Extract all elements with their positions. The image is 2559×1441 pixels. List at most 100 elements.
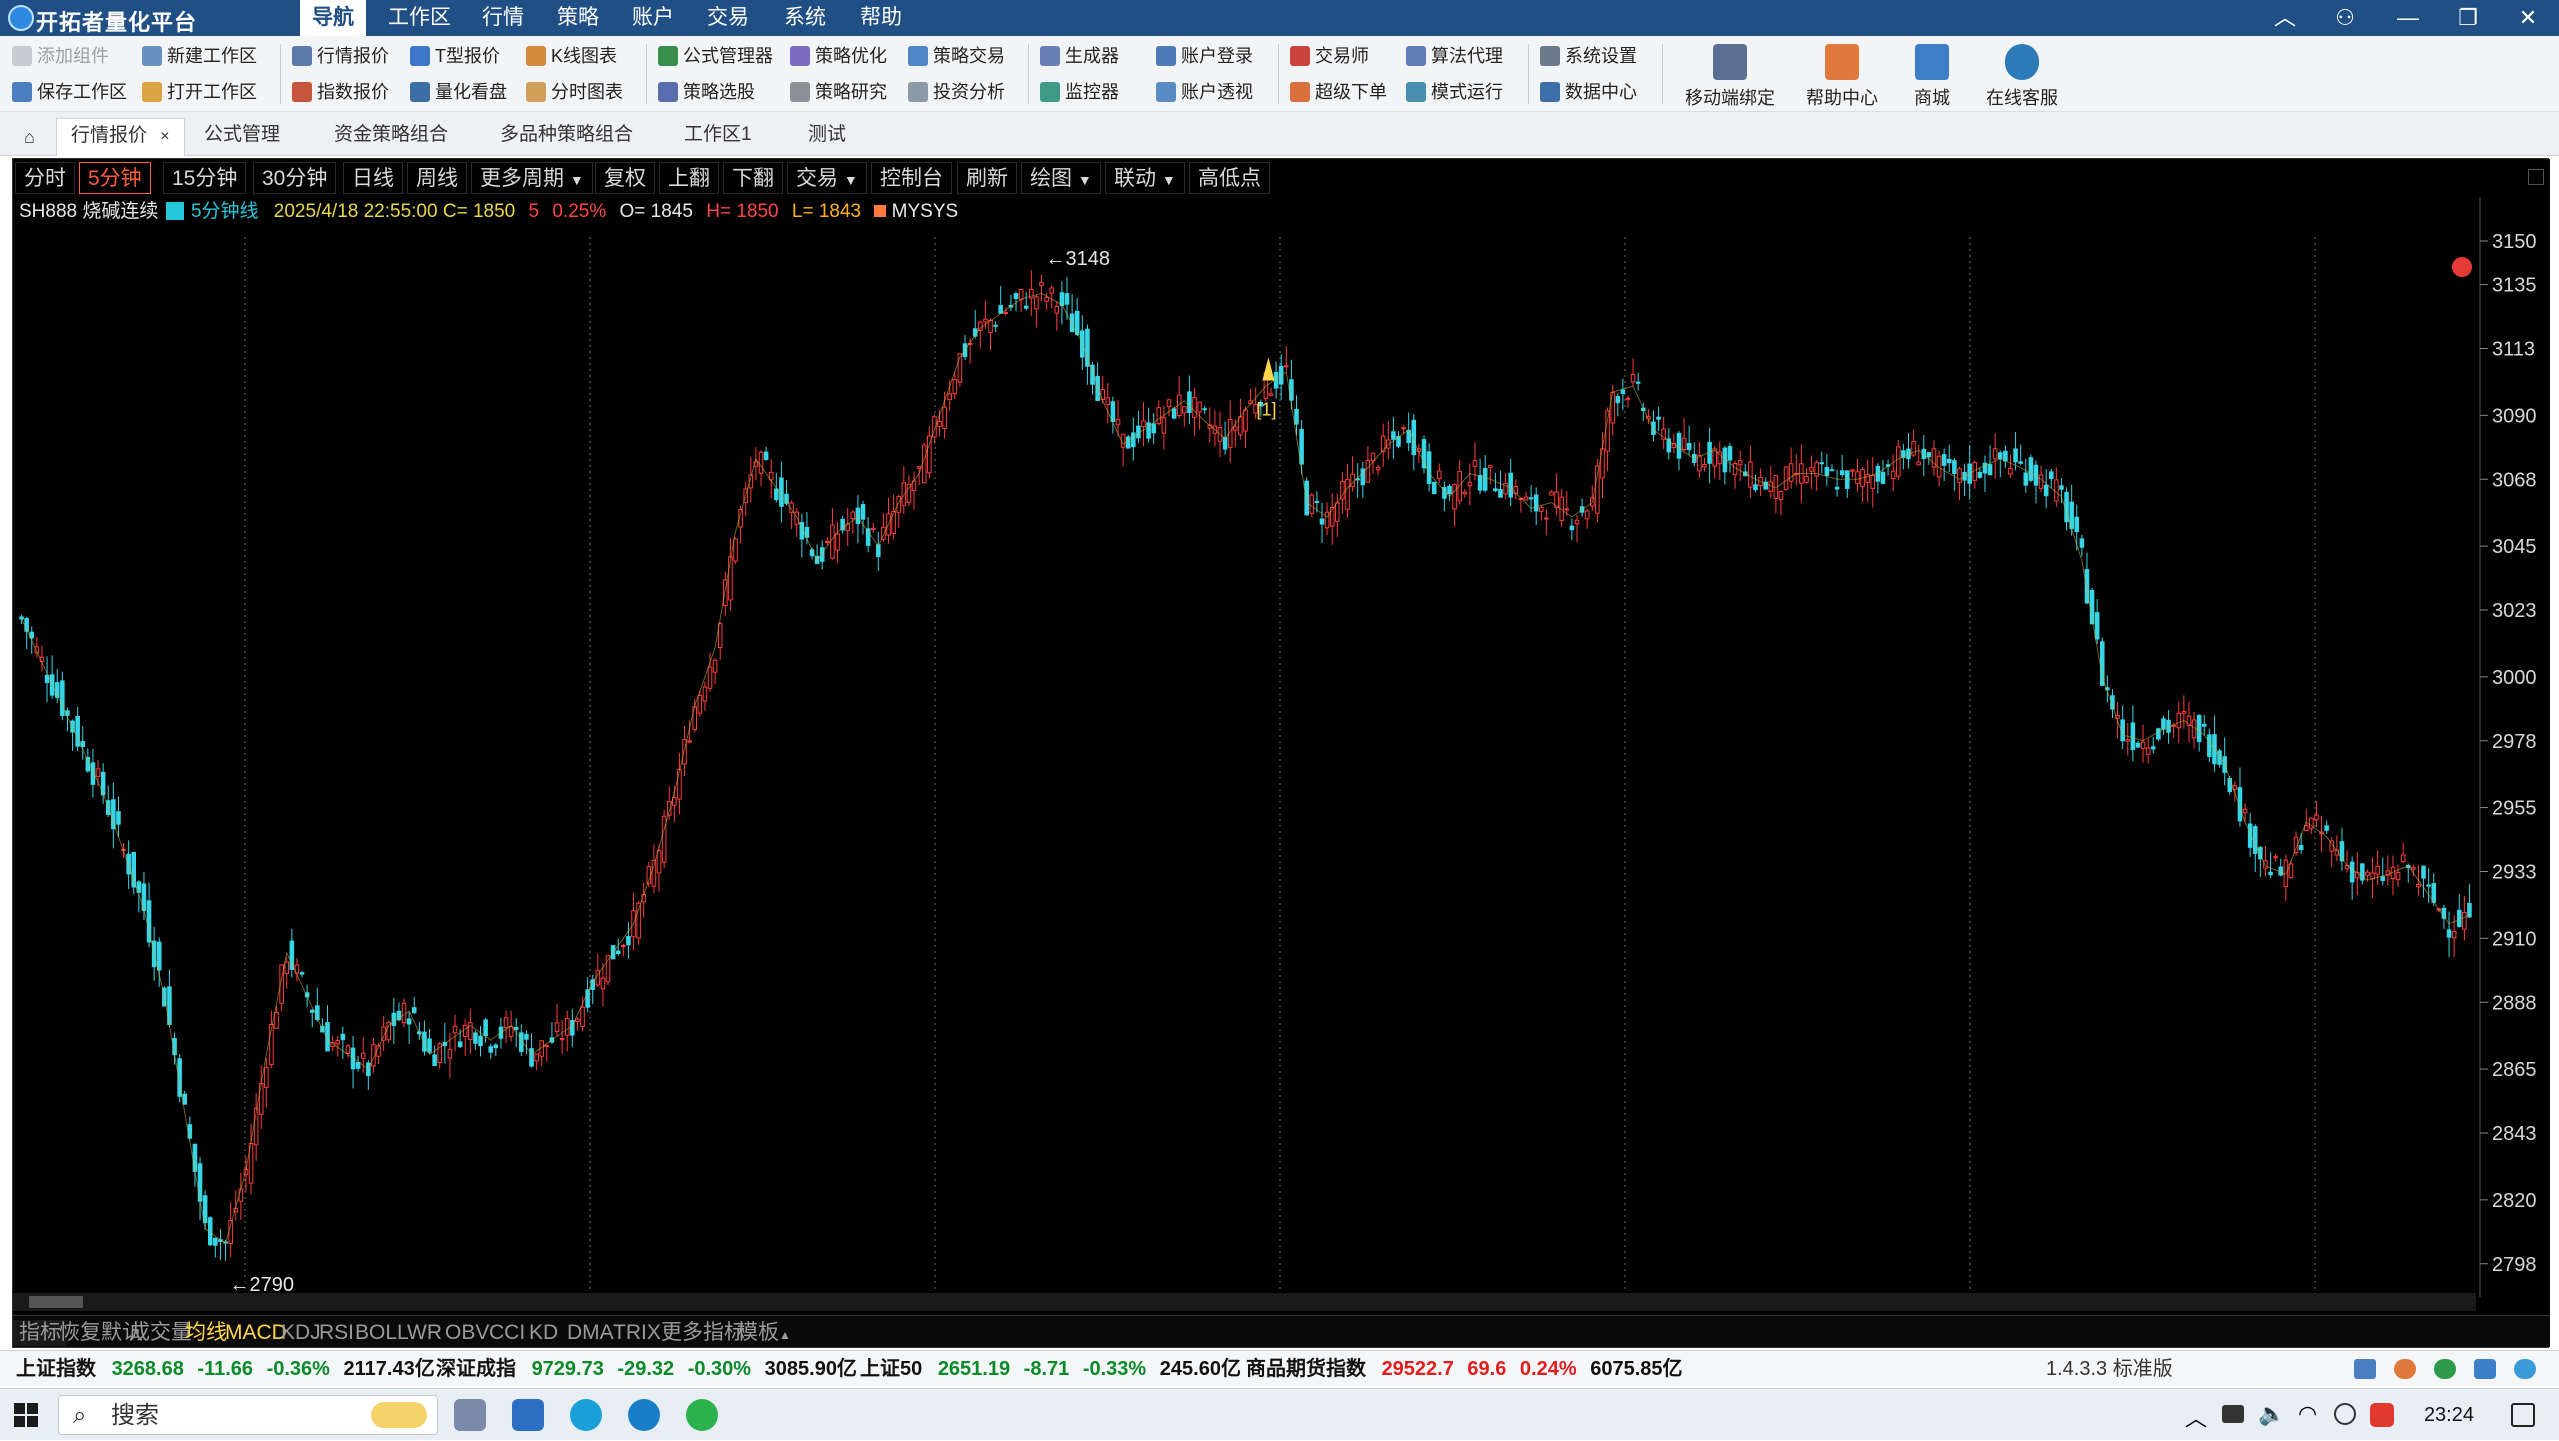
kline-chart-panel[interactable]: 分时 5分钟 15分钟 30分钟 日线 周线 更多周期 ▼ 复权 上翻 下翻 交… — [12, 158, 2550, 1348]
template-button[interactable]: 模板▲ — [731, 1320, 797, 1346]
tab-multi-strategy-portfolio[interactable]: 多品种策略组合 — [486, 118, 647, 152]
tab-fund-strategy-portfolio[interactable]: 资金策略组合 — [320, 118, 462, 152]
candle-body — [427, 1038, 432, 1053]
tab-test[interactable]: 测试 — [794, 118, 860, 152]
mode-run-button[interactable]: 模式运行 — [1406, 78, 1503, 106]
period-5min[interactable]: 5分钟 — [79, 162, 151, 194]
period-daily[interactable]: 日线 — [343, 162, 403, 194]
menu-market[interactable]: 行情 — [470, 0, 536, 36]
candlestick-chart[interactable]: 2023-09-152023-09-182023-09-192023-09-20… — [13, 197, 2550, 1315]
battery-icon[interactable] — [2222, 1405, 2244, 1423]
index-quote-button[interactable]: 指数报价 — [292, 78, 389, 106]
data-center-button[interactable]: 数据中心 — [1540, 78, 1637, 106]
formula-manager-button[interactable]: 公式管理器 — [658, 42, 773, 70]
menu-navigation[interactable]: 导航 — [300, 0, 366, 36]
tab-quote[interactable]: 行情报价 × — [56, 118, 185, 156]
new-workspace-button[interactable]: 新建工作区 — [142, 42, 257, 70]
maximize-panel-icon[interactable] — [2528, 169, 2544, 185]
menu-strategy[interactable]: 策略 — [545, 0, 611, 36]
more-periods-dropdown[interactable]: 更多周期 ▼ — [471, 162, 593, 194]
candle-body — [564, 1017, 570, 1036]
quote-button[interactable]: 行情报价 — [292, 42, 389, 70]
strategy-optimize-button[interactable]: 策略优化 — [790, 42, 887, 70]
strategy-research-button[interactable]: 策略研究 — [790, 78, 887, 106]
wifi-icon[interactable]: ◠ — [2298, 1401, 2317, 1427]
account-login-button[interactable]: 账户登录 — [1156, 42, 1253, 70]
quant-app-icon[interactable] — [512, 1399, 544, 1431]
open-workspace-button[interactable]: 打开工作区 — [142, 78, 257, 106]
period-30min[interactable]: 30分钟 — [253, 162, 337, 194]
candle-body — [1049, 287, 1054, 294]
online-support-button[interactable]: 在线客服 — [1972, 40, 2072, 110]
help-center-button[interactable]: 帮助中心 — [1792, 40, 1892, 110]
account-view-button[interactable]: 账户透视 — [1156, 78, 1253, 106]
save-workspace-button[interactable]: 保存工作区 — [12, 78, 127, 106]
notification-icon[interactable] — [2511, 1403, 2535, 1427]
tab-workspace1[interactable]: 工作区1 — [670, 118, 766, 152]
mobile-bind-button[interactable]: 移动端绑定 — [1680, 40, 1780, 110]
collapse-ribbon-icon[interactable]: ︿ — [2255, 0, 2315, 36]
taskbar-search-input[interactable]: ⌕ 搜索 — [58, 1395, 438, 1435]
console-button[interactable]: 控制台 — [871, 162, 952, 194]
quant-board-button[interactable]: 量化看盘 — [410, 78, 507, 106]
input-method-icon[interactable] — [2334, 1403, 2356, 1425]
menu-help[interactable]: 帮助 — [848, 0, 914, 36]
edge-dev-icon[interactable] — [628, 1399, 660, 1431]
user-group-icon[interactable] — [2394, 1359, 2416, 1379]
page-down-button[interactable]: 下翻 — [723, 162, 783, 194]
draw-dropdown[interactable]: 绘图 ▼ — [1021, 162, 1101, 194]
indicator-kd[interactable]: KD — [523, 1320, 564, 1346]
investment-analysis-button[interactable]: 投资分析 — [908, 78, 1005, 106]
candle-body — [697, 694, 703, 714]
kline-chart-button[interactable]: K线图表 — [526, 42, 617, 70]
menu-account[interactable]: 账户 — [620, 0, 686, 36]
algo-agent-button[interactable]: 算法代理 — [1406, 42, 1503, 70]
strategy-trade-button[interactable]: 策略交易 — [908, 42, 1005, 70]
period-15min[interactable]: 15分钟 — [163, 162, 247, 194]
close-tab-icon[interactable]: × — [160, 128, 169, 145]
list-icon[interactable] — [2354, 1359, 2376, 1379]
trade-dropdown[interactable]: 交易 ▼ — [787, 162, 867, 194]
adjust-button[interactable]: 复权 — [595, 162, 655, 194]
cloud-icon[interactable] — [2514, 1359, 2536, 1379]
version-label: 1.4.3.3 标准版 — [2046, 1358, 2173, 1380]
monitor-button[interactable]: 监控器 — [1040, 78, 1119, 106]
copilot-sparkle-icon[interactable] — [371, 1402, 427, 1428]
menu-system[interactable]: 系统 — [772, 0, 838, 36]
add-component-button[interactable]: 添加组件 — [12, 42, 109, 70]
link-dropdown[interactable]: 联动 ▼ — [1105, 162, 1185, 194]
refresh-button[interactable]: 刷新 — [957, 162, 1017, 194]
period-weekly[interactable]: 周线 — [407, 162, 467, 194]
edge-browser-icon[interactable] — [570, 1399, 602, 1431]
taskbar-clock[interactable]: 23:24 — [2424, 1389, 2474, 1441]
candle-body — [2008, 468, 2013, 475]
windows-start-icon[interactable] — [14, 1403, 38, 1427]
home-icon[interactable]: ⌂ — [10, 120, 49, 154]
candle-body — [2145, 747, 2151, 755]
minimize-button[interactable]: — — [2378, 0, 2438, 36]
menu-workspace[interactable]: 工作区 — [376, 0, 463, 36]
high-low-button[interactable]: 高低点 — [1189, 162, 1270, 194]
volume-icon[interactable]: 🔈 — [2258, 1401, 2285, 1427]
super-order-button[interactable]: 超级下单 — [1290, 78, 1387, 106]
store-button[interactable]: 商城 — [1882, 40, 1982, 110]
t-quote-button[interactable]: T型报价 — [410, 42, 500, 70]
close-button[interactable]: ✕ — [2498, 0, 2558, 36]
generator-button[interactable]: 生成器 — [1040, 42, 1119, 70]
contact-icon[interactable] — [2434, 1359, 2456, 1379]
tray-chevron-icon[interactable]: ︿ — [2185, 1401, 2207, 1433]
wechat-icon[interactable] — [686, 1399, 718, 1431]
message-icon[interactable] — [2474, 1359, 2496, 1379]
user-settings-icon[interactable]: ⚇ — [2315, 0, 2375, 36]
strategy-screener-button[interactable]: 策略选股 — [658, 78, 755, 106]
trader-button[interactable]: 交易师 — [1290, 42, 1369, 70]
menu-trade[interactable]: 交易 — [695, 0, 761, 36]
period-intraday[interactable]: 分时 — [15, 162, 75, 194]
system-settings-button[interactable]: 系统设置 — [1540, 42, 1637, 70]
restore-button[interactable]: ❐ — [2438, 0, 2498, 36]
taskview-icon[interactable] — [454, 1399, 486, 1431]
page-up-button[interactable]: 上翻 — [659, 162, 719, 194]
intraday-chart-button[interactable]: 分时图表 — [526, 78, 623, 106]
antivirus-icon[interactable] — [2370, 1403, 2394, 1427]
tab-formula-management[interactable]: 公式管理 — [190, 118, 294, 152]
